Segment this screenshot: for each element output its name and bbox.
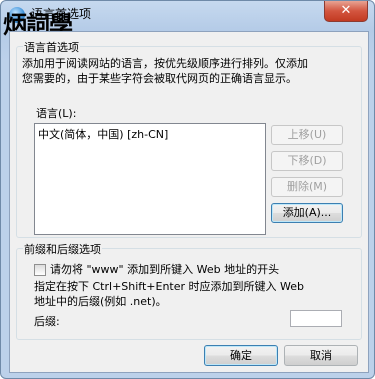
- suffix-label: 后缀:: [34, 315, 60, 328]
- move-down-button[interactable]: 下移(D): [271, 151, 343, 171]
- add-button[interactable]: 添加(A)...: [271, 203, 343, 223]
- suffix-hint-line-1: 指定在按下 Ctrl+Shift+Enter 时应添加到所键入 Web: [34, 280, 305, 293]
- description-line-2: 您需要的，由于某些字符会被取代网页的正确语言显示。: [22, 72, 297, 85]
- languages-label: 语言(L):: [36, 107, 77, 120]
- ok-button[interactable]: 确定: [204, 345, 278, 366]
- move-up-button[interactable]: 上移(U): [271, 125, 343, 145]
- dialog-window: 语言首选项 ✕ 炳詞學 语言首选项 添加用于阅读网站的语言，按优先级顺序进行排列…: [0, 0, 375, 379]
- group-label-prefix: 前缀和后缀选项: [23, 241, 102, 257]
- no-www-checkbox-label[interactable]: 请勿将 "www" 添加到所键入 Web 地址的开头: [50, 262, 279, 277]
- no-www-checkbox[interactable]: [34, 264, 46, 276]
- group-label-language: 语言首选项: [23, 39, 80, 55]
- list-item[interactable]: 中文(简体，中国) [zh-CN]: [38, 126, 168, 142]
- suffix-hint-line-2: 地址中的后缀(例如 .net)。: [34, 295, 167, 308]
- language-list[interactable]: 中文(简体，中国) [zh-CN]: [34, 123, 266, 235]
- dialog-client-area: 语言首选项 添加用于阅读网站的语言，按优先级顺序进行排列。仅添加 您需要的，由于…: [9, 31, 369, 373]
- description-line-1: 添加用于阅读网站的语言，按优先级顺序进行排列。仅添加: [22, 57, 308, 70]
- remove-button[interactable]: 删除(M): [271, 177, 343, 197]
- cancel-button[interactable]: 取消: [284, 345, 358, 366]
- close-button[interactable]: ✕: [324, 1, 368, 22]
- suffix-input[interactable]: [290, 310, 342, 327]
